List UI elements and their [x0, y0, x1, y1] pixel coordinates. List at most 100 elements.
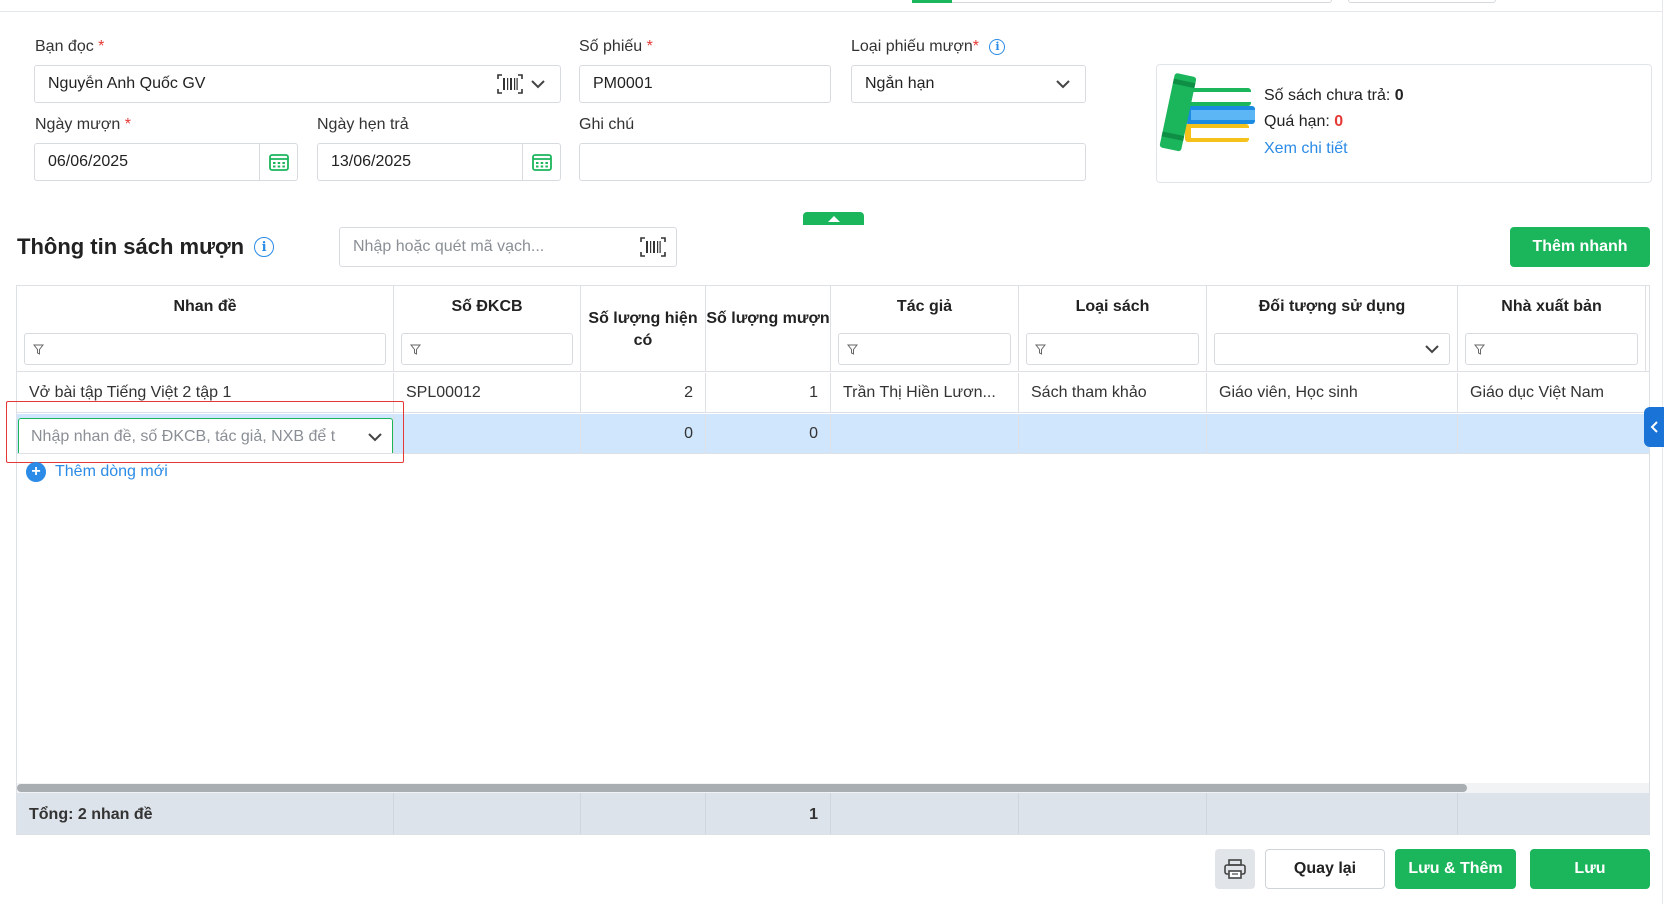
side-panel-toggle[interactable] [1644, 407, 1664, 447]
chevron-down-icon[interactable] [1054, 75, 1072, 93]
quick-add-button[interactable]: Thêm nhanh [1510, 227, 1650, 267]
cell-borrow[interactable]: 0 [706, 414, 831, 453]
table-row[interactable]: Vở bài tập Tiếng Việt 2 tập 1 SPL00012 2… [17, 373, 1649, 413]
slip-no-label-text: Số phiếu [579, 38, 643, 55]
borrow-date-label: Ngày mượn * [35, 116, 131, 134]
plus-icon: + [26, 462, 46, 482]
info-icon[interactable]: i [254, 237, 275, 257]
cell-publisher [1458, 414, 1649, 453]
slip-type-value: Ngắn hạn [865, 75, 935, 92]
cell-audience [1207, 414, 1458, 453]
barcode-search-placeholder: Nhập hoặc quét mã vạch... [353, 238, 545, 255]
section-title-text: Thông tin sách mượn [17, 234, 245, 259]
required-mark: * [646, 38, 653, 55]
unreturned-label: Số sách chưa trả: [1264, 87, 1391, 104]
borrow-date-input[interactable]: 06/06/2025 [34, 143, 298, 181]
footer-cell [831, 793, 1019, 834]
column-header-title[interactable]: Nhan đề [17, 286, 394, 372]
cell-type: Sách tham khảo [1019, 373, 1207, 412]
footer-cell [581, 793, 706, 834]
back-button[interactable]: Quay lại [1265, 849, 1385, 889]
barcode-search-input[interactable]: Nhập hoặc quét mã vạch... [339, 227, 677, 267]
reader-label: Bạn đọc * [35, 38, 104, 56]
due-date-label: Ngày hẹn trả [317, 116, 409, 134]
calendar-icon[interactable] [259, 144, 297, 180]
borrow-date-value: 06/06/2025 [48, 153, 129, 170]
borrow-books-table: Nhan đề Số ĐKCB Số lượng hiện có Số lượn… [16, 285, 1650, 835]
reader-value: Nguyễn Anh Quốc GV [48, 75, 206, 92]
column-header-available[interactable]: Số lượng hiện có [581, 286, 706, 372]
due-date-input[interactable]: 13/06/2025 [317, 143, 561, 181]
table-footer: Tổng: 2 nhan đề 1 [17, 793, 1649, 834]
book-search-placeholder: Nhập nhan đề, số ĐKCB, tác giả, NXB để t [31, 428, 336, 445]
table-header: Nhan đề Số ĐKCB Số lượng hiện có Số lượn… [17, 286, 1649, 372]
chevron-up-icon [827, 216, 840, 222]
cell-code [394, 414, 581, 453]
column-header-label: Số lượng hiện có [588, 310, 698, 349]
slip-type-label: Loại phiếu mượn* i [851, 38, 1006, 56]
section-title: Thông tin sách mượn i [17, 234, 275, 260]
column-header-label: Số lượng mượn [706, 310, 830, 327]
filter-icon [33, 344, 44, 355]
footer-total: Tổng: 2 nhan đề [17, 793, 394, 834]
column-header-publisher[interactable]: Nhà xuất bản [1458, 286, 1646, 372]
table-row-new[interactable]: Nhập nhan đề, số ĐKCB, tác giả, NXB để t… [17, 414, 1649, 454]
column-header-label: Số ĐKCB [451, 298, 523, 315]
filter-icon [847, 344, 858, 355]
column-header-borrow[interactable]: Số lượng mượn [706, 286, 831, 372]
view-detail-link[interactable]: Xem chi tiết [1264, 140, 1348, 158]
slip-type-label-text: Loại phiếu mượn [851, 38, 973, 55]
title-filter-input[interactable] [24, 333, 386, 365]
type-filter-input[interactable] [1026, 333, 1199, 365]
collapse-form-button[interactable] [803, 212, 864, 225]
calendar-icon[interactable] [522, 144, 560, 180]
barcode-icon[interactable] [640, 237, 666, 257]
audience-filter-select[interactable] [1214, 333, 1450, 365]
required-mark: * [124, 116, 131, 133]
unreturned-value: 0 [1394, 87, 1404, 104]
due-date-label-text: Ngày hẹn trả [317, 116, 409, 133]
column-header-audience[interactable]: Đối tượng sử dụng [1207, 286, 1458, 372]
cell-available: 0 [581, 414, 706, 453]
slip-no-value: PM0001 [593, 75, 653, 92]
slip-no-input[interactable]: PM0001 [579, 65, 831, 103]
info-icon[interactable]: i [989, 38, 1006, 55]
chevron-down-icon [1425, 344, 1439, 353]
cell-audience: Giáo viên, Học sinh [1207, 373, 1458, 412]
overdue-label: Quá hạn: [1264, 113, 1330, 130]
column-header-label: Loại sách [1075, 298, 1150, 315]
cell-borrow[interactable]: 1 [706, 373, 831, 412]
code-filter-input[interactable] [401, 333, 573, 365]
print-button[interactable] [1215, 849, 1255, 889]
barcode-icon[interactable] [497, 74, 523, 94]
horizontal-scrollbar[interactable] [17, 783, 1649, 793]
top-button-edge [1348, 0, 1496, 3]
column-header-label: Nhan đề [173, 298, 237, 315]
cell-type [1019, 414, 1207, 453]
slip-type-select[interactable]: Ngắn hạn [851, 65, 1086, 103]
column-header-author[interactable]: Tác giả [831, 286, 1019, 372]
save-and-add-button[interactable]: Lưu & Thêm [1395, 849, 1516, 889]
author-filter-input[interactable] [838, 333, 1011, 365]
note-label-text: Ghi chú [579, 116, 635, 133]
save-button[interactable]: Lưu [1530, 849, 1650, 889]
filter-icon [410, 344, 421, 355]
unreturned-line: Số sách chưa trả: 0 [1264, 87, 1404, 105]
column-header-type[interactable]: Loại sách [1019, 286, 1207, 372]
chevron-down-icon[interactable] [529, 75, 547, 93]
column-header-code[interactable]: Số ĐKCB [394, 286, 581, 372]
note-input[interactable] [579, 143, 1086, 181]
borrow-summary-card: Số sách chưa trả: 0 Quá hạn: 0 Xem chi t… [1156, 64, 1652, 183]
footer-cell [1019, 793, 1207, 834]
printer-icon [1224, 859, 1246, 879]
reader-select[interactable]: Nguyễn Anh Quốc GV [34, 65, 561, 103]
book-search-combobox[interactable]: Nhập nhan đề, số ĐKCB, tác giả, NXB để t [18, 418, 393, 453]
add-row-label: Thêm dòng mới [55, 463, 168, 480]
top-input-accent [912, 0, 952, 3]
chevron-down-icon[interactable] [368, 432, 382, 442]
publisher-filter-input[interactable] [1465, 333, 1638, 365]
add-row-button[interactable]: + Thêm dòng mới [26, 462, 168, 482]
cell-title: Vở bài tập Tiếng Việt 2 tập 1 [17, 373, 394, 412]
scrollbar-thumb[interactable] [17, 784, 1467, 792]
footer-borrow-sum: 1 [706, 793, 831, 834]
